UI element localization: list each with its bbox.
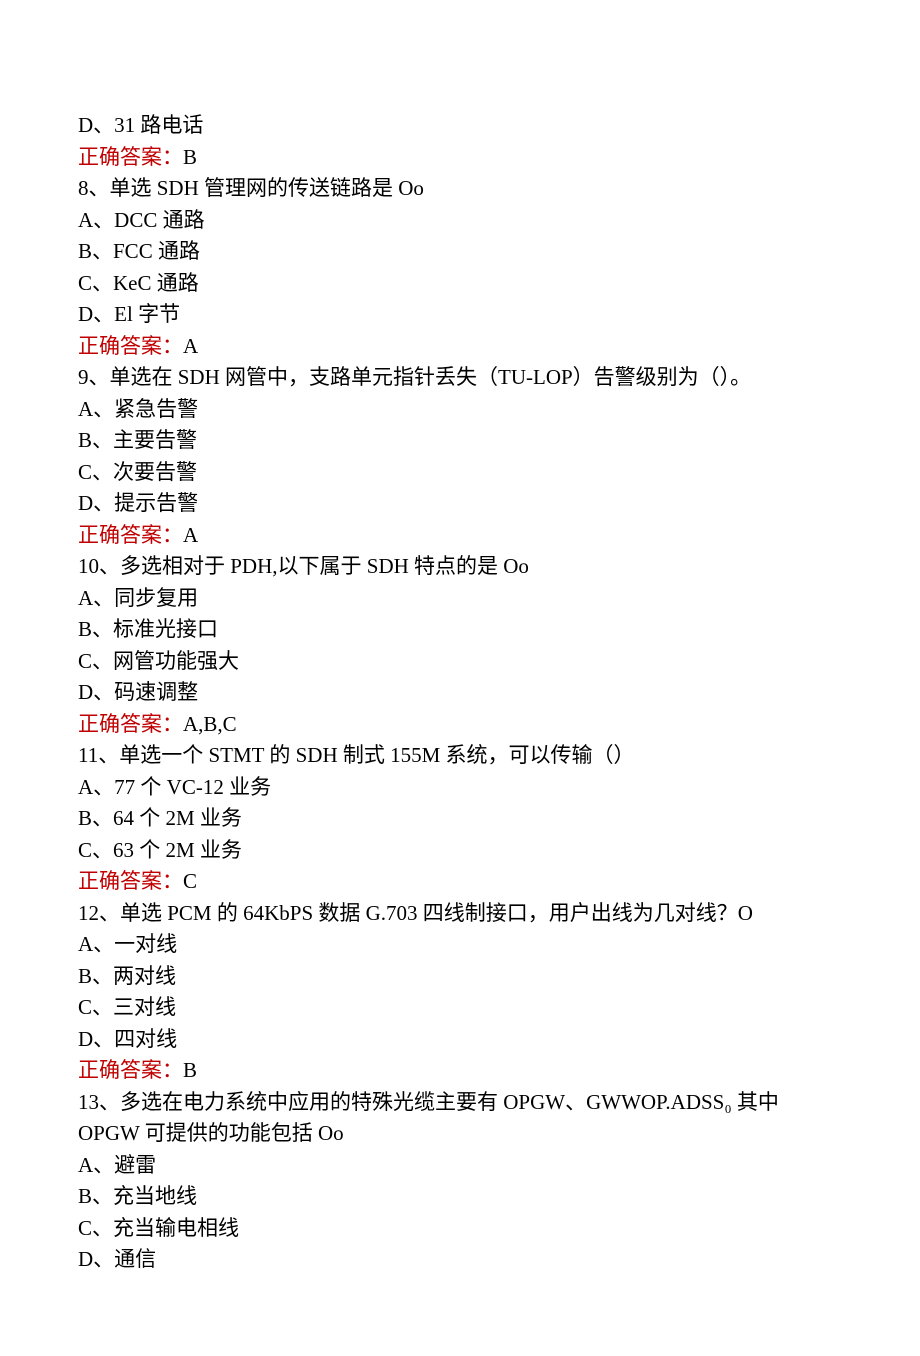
option-text: A、77 个 VC-12 业务: [78, 772, 842, 804]
answer-value: A,B,C: [183, 712, 237, 736]
option-text: B、标准光接口: [78, 614, 842, 646]
answer-line: 正确答案：B: [78, 1055, 842, 1087]
option-text: B、充当地线: [78, 1181, 842, 1213]
option-text: A、同步复用: [78, 583, 842, 615]
answer-line: 正确答案：C: [78, 866, 842, 898]
option-text: A、紧急告警: [78, 394, 842, 426]
answer-line: 正确答案：A: [78, 331, 842, 363]
option-text: C、充当输电相线: [78, 1213, 842, 1245]
answer-line: 正确答案：B: [78, 142, 842, 174]
option-text: D、提示告警: [78, 488, 842, 520]
option-text: D、码速调整: [78, 677, 842, 709]
option-text: C、KeC 通路: [78, 268, 842, 300]
option-text: C、三对线: [78, 992, 842, 1024]
answer-label: 正确答案：: [78, 523, 183, 547]
answer-line: 正确答案：A,B,C: [78, 709, 842, 741]
option-text: D、31 路电话: [78, 110, 842, 142]
answer-label: 正确答案：: [78, 869, 183, 893]
question-text: 9、单选在 SDH 网管中，支路单元指针丢失（TU-LOP）告警级别为（）。: [78, 362, 842, 394]
document-page: D、31 路电话 正确答案：B 8、单选 SDH 管理网的传送链路是 Oo A、…: [0, 0, 920, 1356]
question-text: 12、单选 PCM 的 64KbPS 数据 G.703 四线制接口，用户出线为几…: [78, 898, 842, 930]
option-text: C、网管功能强大: [78, 646, 842, 678]
question-text: 13、多选在电力系统中应用的特殊光缆主要有 OPGW、GWWOP.ADSS₀ 其…: [78, 1087, 842, 1150]
question-text: 8、单选 SDH 管理网的传送链路是 Oo: [78, 173, 842, 205]
answer-value: A: [183, 523, 198, 547]
question-text: 10、多选相对于 PDH,以下属于 SDH 特点的是 Oo: [78, 551, 842, 583]
question-text: 11、单选一个 STMT 的 SDH 制式 155M 系统，可以传输（）: [78, 740, 842, 772]
answer-value: B: [183, 145, 197, 169]
option-text: B、主要告警: [78, 425, 842, 457]
option-text: B、64 个 2M 业务: [78, 803, 842, 835]
answer-value: A: [183, 334, 198, 358]
option-text: D、四对线: [78, 1024, 842, 1056]
option-text: A、避雷: [78, 1150, 842, 1182]
option-text: D、通信: [78, 1244, 842, 1276]
option-text: C、63 个 2M 业务: [78, 835, 842, 867]
option-text: D、El 字节: [78, 299, 842, 331]
option-text: B、FCC 通路: [78, 236, 842, 268]
option-text: C、次要告警: [78, 457, 842, 489]
answer-label: 正确答案：: [78, 712, 183, 736]
answer-label: 正确答案：: [78, 1058, 183, 1082]
answer-label: 正确答案：: [78, 334, 183, 358]
answer-value: C: [183, 869, 197, 893]
option-text: A、DCC 通路: [78, 205, 842, 237]
answer-line: 正确答案：A: [78, 520, 842, 552]
option-text: B、两对线: [78, 961, 842, 993]
answer-label: 正确答案：: [78, 145, 183, 169]
option-text: A、一对线: [78, 929, 842, 961]
answer-value: B: [183, 1058, 197, 1082]
